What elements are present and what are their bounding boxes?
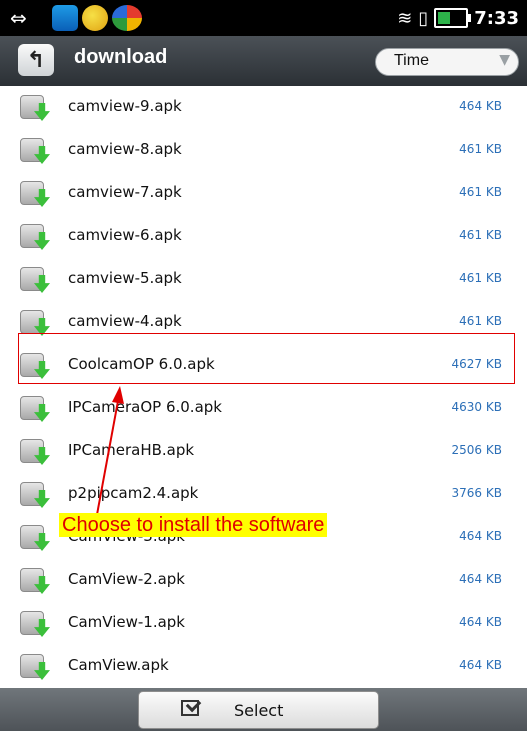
file-row[interactable]: CamView.apk 464 KB	[0, 645, 527, 688]
file-list: camview-9.apk 464 KB camview-8.apk 461 KB ca…	[0, 86, 527, 688]
file-size: 461 KB	[459, 228, 502, 242]
file-row[interactable]: camview-8.apk 461 KB	[0, 129, 527, 173]
file-name: CamView.apk	[68, 656, 169, 674]
file-name: camview-9.apk	[68, 97, 182, 115]
apk-file-icon	[20, 611, 50, 637]
file-size: 461 KB	[459, 271, 502, 285]
file-name: camview-4.apk	[68, 312, 182, 330]
apk-file-icon	[20, 654, 50, 680]
annotation-text: Choose to install the software	[59, 513, 328, 537]
apk-file-icon	[20, 181, 50, 207]
folder-title: download	[74, 46, 168, 68]
file-name: IPCameraOP 6.0.apk	[68, 398, 222, 416]
up-arrow-icon: ↰	[26, 47, 46, 73]
app-icon-3	[112, 5, 142, 31]
file-row[interactable]: CamView-1.apk 464 KB	[0, 602, 527, 646]
file-size: 2506 KB	[451, 443, 502, 457]
file-name: camview-7.apk	[68, 183, 182, 201]
app-icon-2	[82, 5, 108, 31]
vibrate-icon: ▯	[418, 7, 429, 29]
file-name: camview-5.apk	[68, 269, 182, 287]
file-size: 464 KB	[459, 572, 502, 586]
apk-file-icon	[20, 568, 50, 594]
sort-label: Time	[394, 52, 429, 69]
file-name: IPCameraHB.apk	[68, 441, 195, 459]
wifi-icon: ≋	[397, 7, 413, 29]
file-size: 464 KB	[459, 529, 502, 543]
usb-icon: ⇔	[10, 6, 27, 30]
status-time: 7:33	[474, 7, 519, 29]
apk-file-icon	[20, 396, 50, 422]
highlight-box	[18, 333, 515, 384]
file-row[interactable]: camview-6.apk 461 KB	[0, 215, 527, 259]
file-name: p2pipcam2.4.apk	[68, 484, 199, 502]
file-row[interactable]: camview-7.apk 461 KB	[0, 172, 527, 216]
apk-file-icon	[20, 439, 50, 465]
checkbox-icon	[181, 700, 199, 716]
file-size: 3766 KB	[451, 486, 502, 500]
apk-file-icon	[20, 267, 50, 293]
bottom-bar: Select	[0, 688, 527, 731]
select-button[interactable]: Select	[138, 691, 379, 729]
file-row[interactable]: camview-5.apk 461 KB	[0, 258, 527, 302]
file-row[interactable]: camview-9.apk 464 KB	[0, 86, 527, 130]
file-size: 4630 KB	[451, 400, 502, 414]
file-row[interactable]: p2pipcam2.4.apk 3766 KB	[0, 473, 527, 517]
apk-file-icon	[20, 482, 50, 508]
file-name: CamView-1.apk	[68, 613, 185, 631]
up-button[interactable]: ↰	[18, 44, 54, 76]
file-row[interactable]: IPCameraHB.apk 2506 KB	[0, 430, 527, 474]
apk-file-icon	[20, 525, 50, 551]
apk-file-icon	[20, 95, 50, 121]
battery-charging-icon	[434, 8, 472, 28]
file-size: 464 KB	[459, 658, 502, 672]
apk-file-icon	[20, 138, 50, 164]
app-icon-1	[52, 5, 78, 31]
chevron-down-icon: ▼	[499, 52, 510, 68]
file-row[interactable]: IPCameraOP 6.0.apk 4630 KB	[0, 387, 527, 431]
file-name: CamView-2.apk	[68, 570, 185, 588]
file-row[interactable]: CamView-2.apk 464 KB	[0, 559, 527, 603]
file-size: 464 KB	[459, 99, 502, 113]
file-size: 461 KB	[459, 142, 502, 156]
file-size: 464 KB	[459, 615, 502, 629]
select-label: Select	[234, 701, 284, 720]
header-bar: ↰ download Time ▼	[0, 36, 527, 87]
file-name: camview-6.apk	[68, 226, 182, 244]
sort-dropdown[interactable]: Time ▼	[375, 48, 519, 76]
status-bar: ⇔ ≋ ▯ 7:33	[0, 0, 527, 36]
file-size: 461 KB	[459, 314, 502, 328]
apk-file-icon	[20, 224, 50, 250]
file-size: 461 KB	[459, 185, 502, 199]
file-name: camview-8.apk	[68, 140, 182, 158]
